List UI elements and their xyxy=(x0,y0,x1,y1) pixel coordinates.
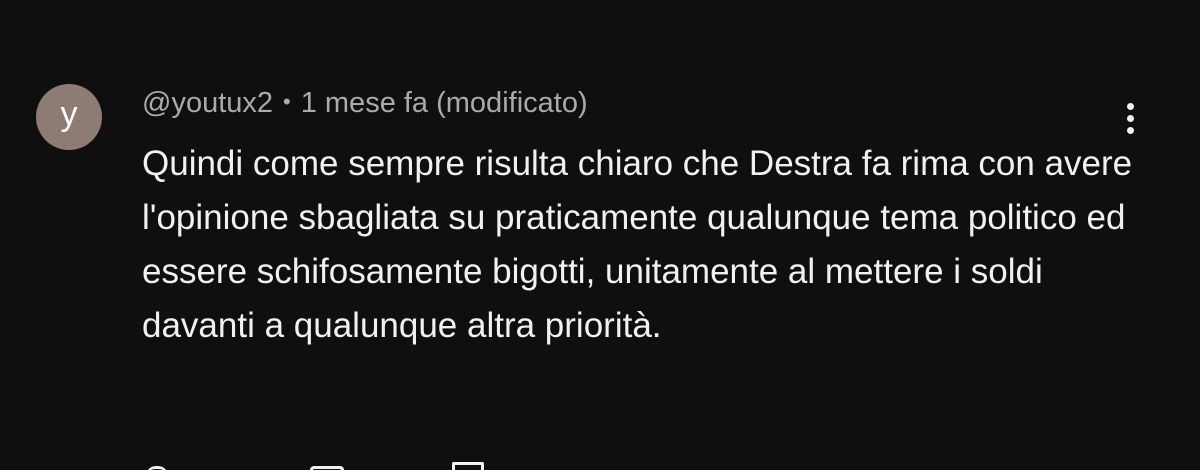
avatar-letter: y xyxy=(60,95,78,133)
reply-icon[interactable] xyxy=(452,462,484,470)
thumb-up-icon[interactable] xyxy=(146,466,168,470)
comment-text: Quindi come sempre risulta chiaro che De… xyxy=(142,144,1133,345)
author-name[interactable]: @youtux2 xyxy=(142,87,273,119)
comment-header: @youtux2 • 1 mese fa (modificato) xyxy=(142,82,588,123)
avatar[interactable]: y xyxy=(36,84,102,150)
comment-timestamp[interactable]: 1 mese fa (modificato) xyxy=(301,87,588,119)
more-vert-icon-dot xyxy=(1126,126,1134,134)
comment-thread: y @youtux2 • 1 mese fa (modificato) Quindi… xyxy=(0,0,1200,470)
separator-dot: • xyxy=(283,89,291,114)
more-vert-icon xyxy=(1126,102,1134,110)
thumb-down-icon[interactable] xyxy=(310,466,344,470)
more-vert-icon-dot xyxy=(1126,114,1134,122)
more-options-button[interactable] xyxy=(1112,96,1148,140)
comment-actions xyxy=(142,458,542,470)
